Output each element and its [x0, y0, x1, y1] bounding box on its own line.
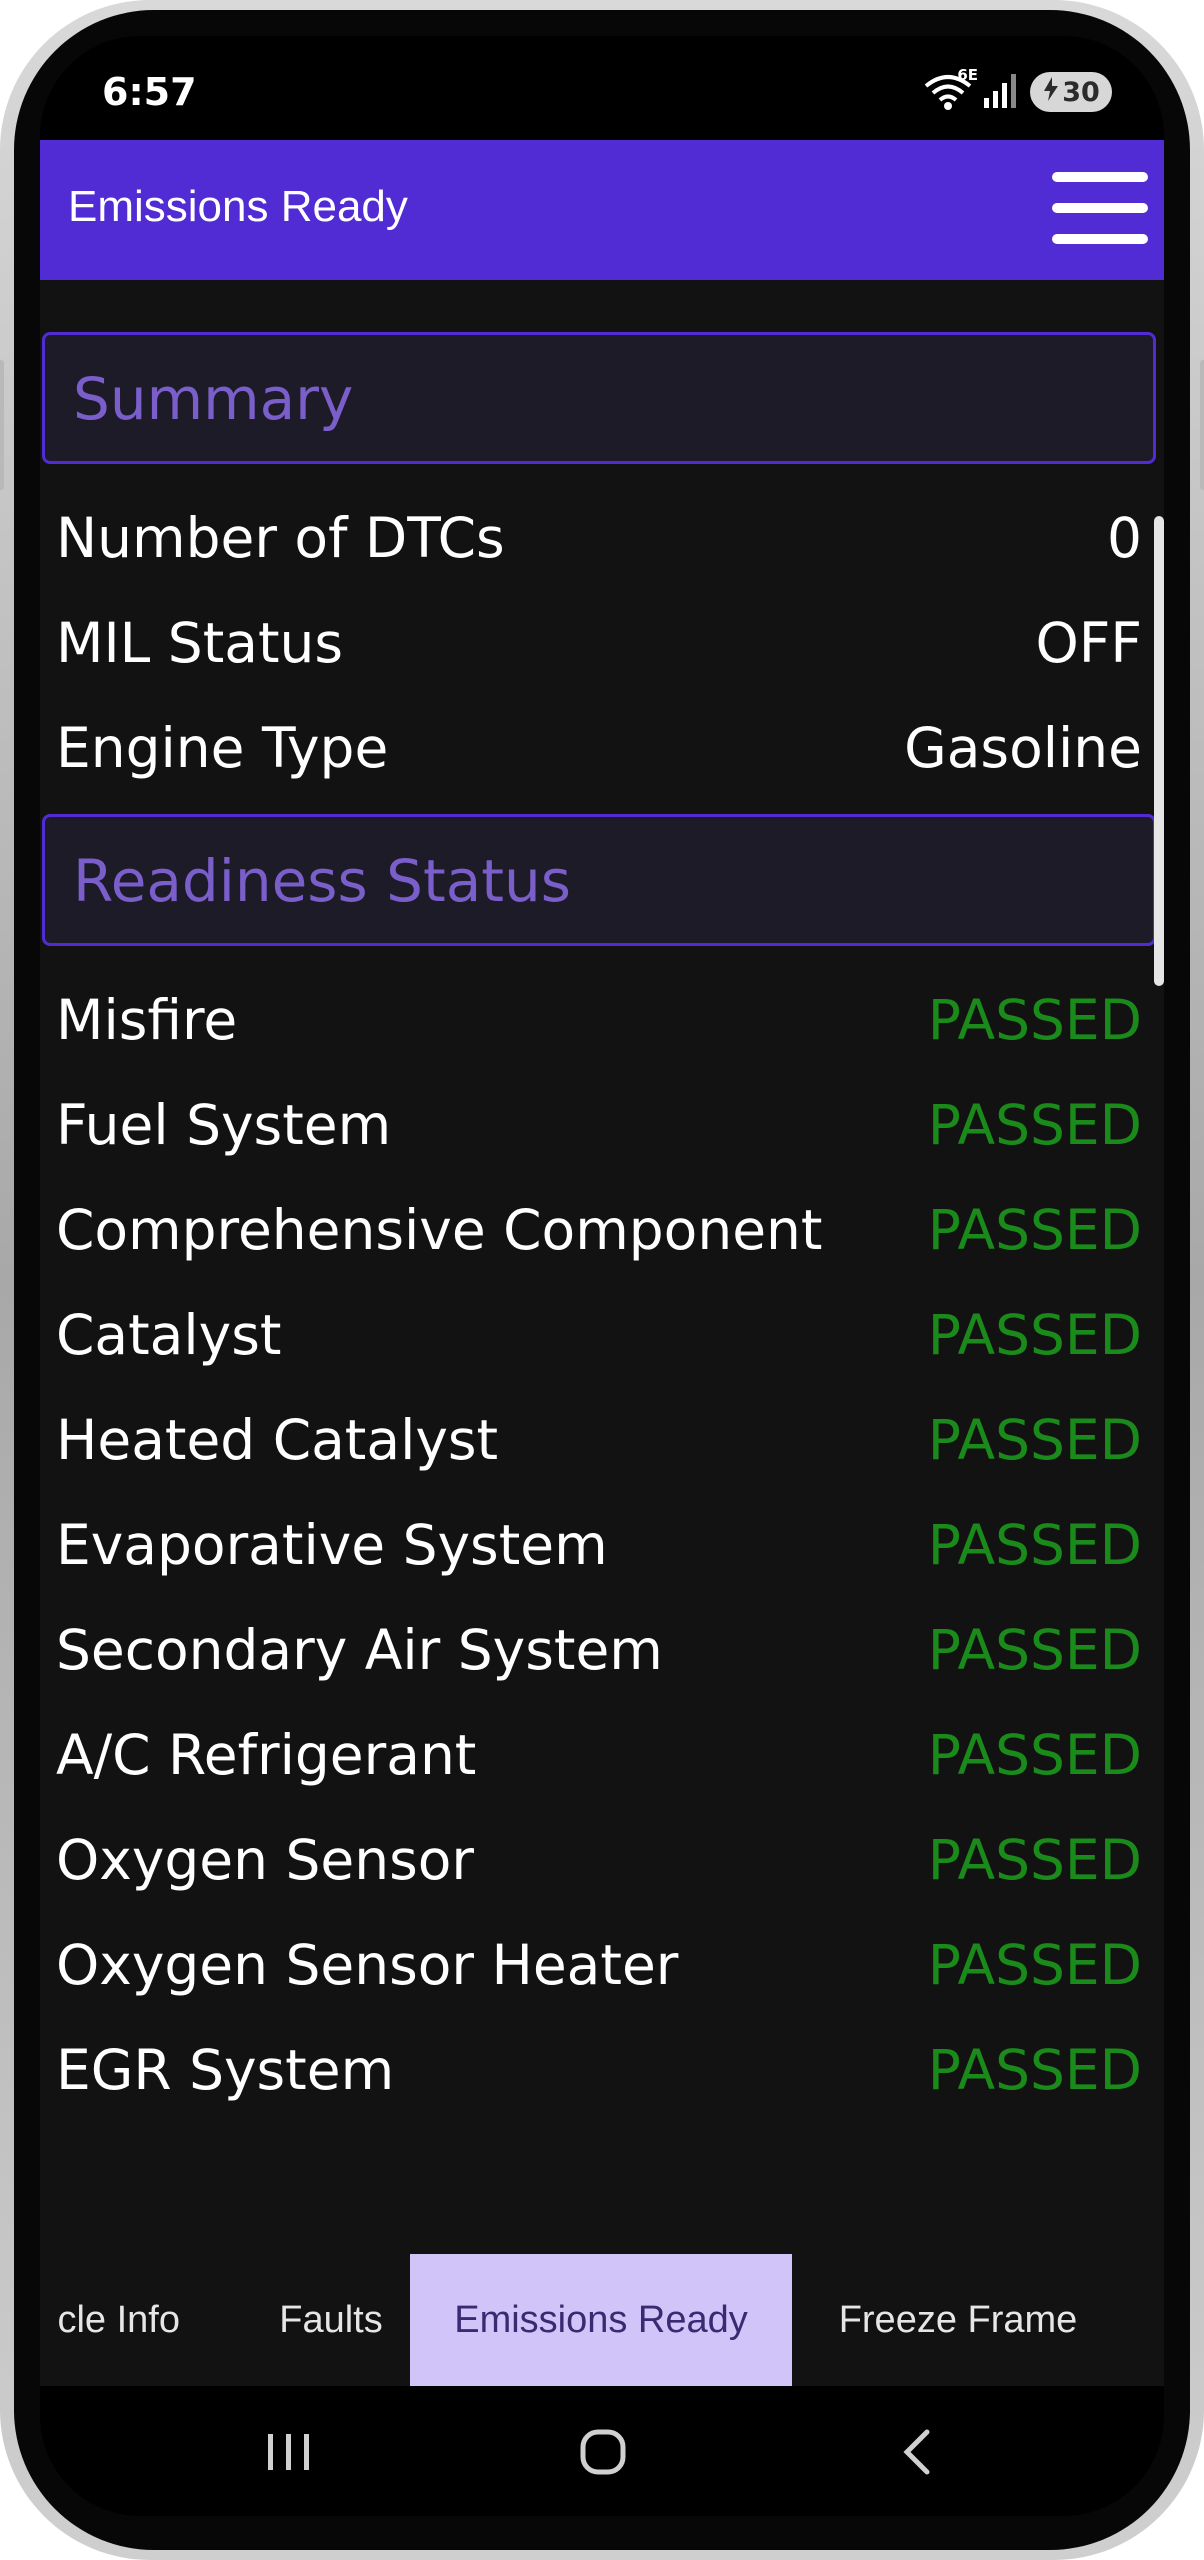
bottom-tab-bar: cle Info Faults Emissions Ready Freeze F…: [40, 2254, 1164, 2386]
row-label: Oxygen Sensor: [56, 1828, 475, 1892]
summary-title: Summary: [73, 365, 354, 433]
screen: 6:57 6E 30 Emissions Ready Summary Numbe…: [40, 36, 1164, 2516]
status-icons: 6E 30: [924, 66, 1112, 112]
tab-label: Emissions Ready: [454, 2298, 748, 2341]
battery-indicator: 30: [1030, 72, 1112, 112]
readiness-row-evaporative-system: Evaporative System PASSED: [56, 1493, 1142, 1597]
row-label: Heated Catalyst: [56, 1408, 499, 1472]
summary-row-mil-status: MIL Status OFF: [56, 591, 1142, 695]
readiness-row-comprehensive-component: Comprehensive Component PASSED: [56, 1178, 1142, 1282]
status-value: PASSED: [927, 1828, 1142, 1892]
volume-button: [0, 360, 4, 490]
signal-icon: [984, 72, 1018, 112]
readiness-row-secondary-air-system: Secondary Air System PASSED: [56, 1598, 1142, 1702]
recents-icon[interactable]: [244, 2412, 334, 2492]
row-label: Misfire: [56, 988, 238, 1052]
summary-section-header: Summary: [42, 332, 1156, 464]
row-label: EGR System: [56, 2038, 395, 2102]
app-bar: Emissions Ready: [40, 140, 1164, 280]
tab-faults[interactable]: Faults: [250, 2254, 412, 2386]
readiness-row-egr-system: EGR System PASSED: [56, 2018, 1142, 2122]
tab-label: cle Info: [57, 2298, 180, 2341]
row-label: MIL Status: [56, 611, 344, 675]
readiness-section-header: Readiness Status: [42, 814, 1156, 946]
home-icon[interactable]: [558, 2412, 648, 2492]
power-button: [1200, 360, 1204, 490]
row-label: Catalyst: [56, 1303, 282, 1367]
status-value: PASSED: [927, 2038, 1142, 2102]
readiness-row-misfire: Misfire PASSED: [56, 968, 1142, 1072]
status-time: 6:57: [102, 70, 197, 114]
tab-label: Faults: [279, 2298, 383, 2341]
row-label: Comprehensive Component: [56, 1198, 823, 1262]
row-value: Gasoline: [904, 716, 1142, 780]
wifi-icon: 6E: [924, 66, 978, 112]
readiness-title: Readiness Status: [73, 847, 571, 915]
status-value: PASSED: [927, 988, 1142, 1052]
status-bar: 6:57 6E 30: [40, 36, 1164, 140]
hamburger-menu-icon[interactable]: [1050, 166, 1150, 250]
summary-row-engine-type: Engine Type Gasoline: [56, 696, 1142, 800]
status-value: PASSED: [927, 1303, 1142, 1367]
scrollbar-thumb[interactable]: [1154, 516, 1164, 986]
row-label: A/C Refrigerant: [56, 1723, 477, 1787]
summary-row-dtc-count: Number of DTCs 0: [56, 486, 1142, 590]
status-value: PASSED: [927, 1198, 1142, 1262]
tab-emissions-ready[interactable]: Emissions Ready: [410, 2254, 792, 2386]
readiness-row-oxygen-sensor-heater: Oxygen Sensor Heater PASSED: [56, 1913, 1142, 2017]
back-icon[interactable]: [872, 2412, 962, 2492]
status-value: PASSED: [927, 1723, 1142, 1787]
phone-frame: 6:57 6E 30 Emissions Ready Summary Numbe…: [0, 0, 1204, 2560]
readiness-row-fuel-system: Fuel System PASSED: [56, 1073, 1142, 1177]
system-nav-bar: [40, 2386, 1164, 2516]
battery-level: 30: [1062, 76, 1100, 108]
readiness-row-heated-catalyst: Heated Catalyst PASSED: [56, 1388, 1142, 1492]
status-value: PASSED: [927, 1408, 1142, 1472]
tab-freeze-frame[interactable]: Freeze Frame: [808, 2254, 1108, 2386]
row-label: Fuel System: [56, 1093, 392, 1157]
emissions-content[interactable]: Summary Number of DTCs 0 MIL Status OFF …: [40, 280, 1164, 2270]
row-label: Evaporative System: [56, 1513, 608, 1577]
readiness-row-catalyst: Catalyst PASSED: [56, 1283, 1142, 1387]
status-value: PASSED: [927, 1618, 1142, 1682]
tab-label: Freeze Frame: [838, 2298, 1078, 2341]
status-value: PASSED: [927, 1513, 1142, 1577]
row-label: Secondary Air System: [56, 1618, 663, 1682]
tab-vehicle-info[interactable]: cle Info: [40, 2254, 188, 2386]
row-value: OFF: [1035, 611, 1142, 675]
charging-icon: [1042, 76, 1060, 108]
readiness-row-oxygen-sensor: Oxygen Sensor PASSED: [56, 1808, 1142, 1912]
status-value: PASSED: [927, 1933, 1142, 1997]
app-title: Emissions Ready: [68, 182, 408, 231]
network-type-label: 6E: [957, 66, 978, 84]
row-label: Oxygen Sensor Heater: [56, 1933, 679, 1997]
row-value: 0: [1107, 506, 1142, 570]
readiness-row-ac-refrigerant: A/C Refrigerant PASSED: [56, 1703, 1142, 1807]
row-label: Number of DTCs: [56, 506, 505, 570]
row-label: Engine Type: [56, 716, 389, 780]
status-value: PASSED: [927, 1093, 1142, 1157]
